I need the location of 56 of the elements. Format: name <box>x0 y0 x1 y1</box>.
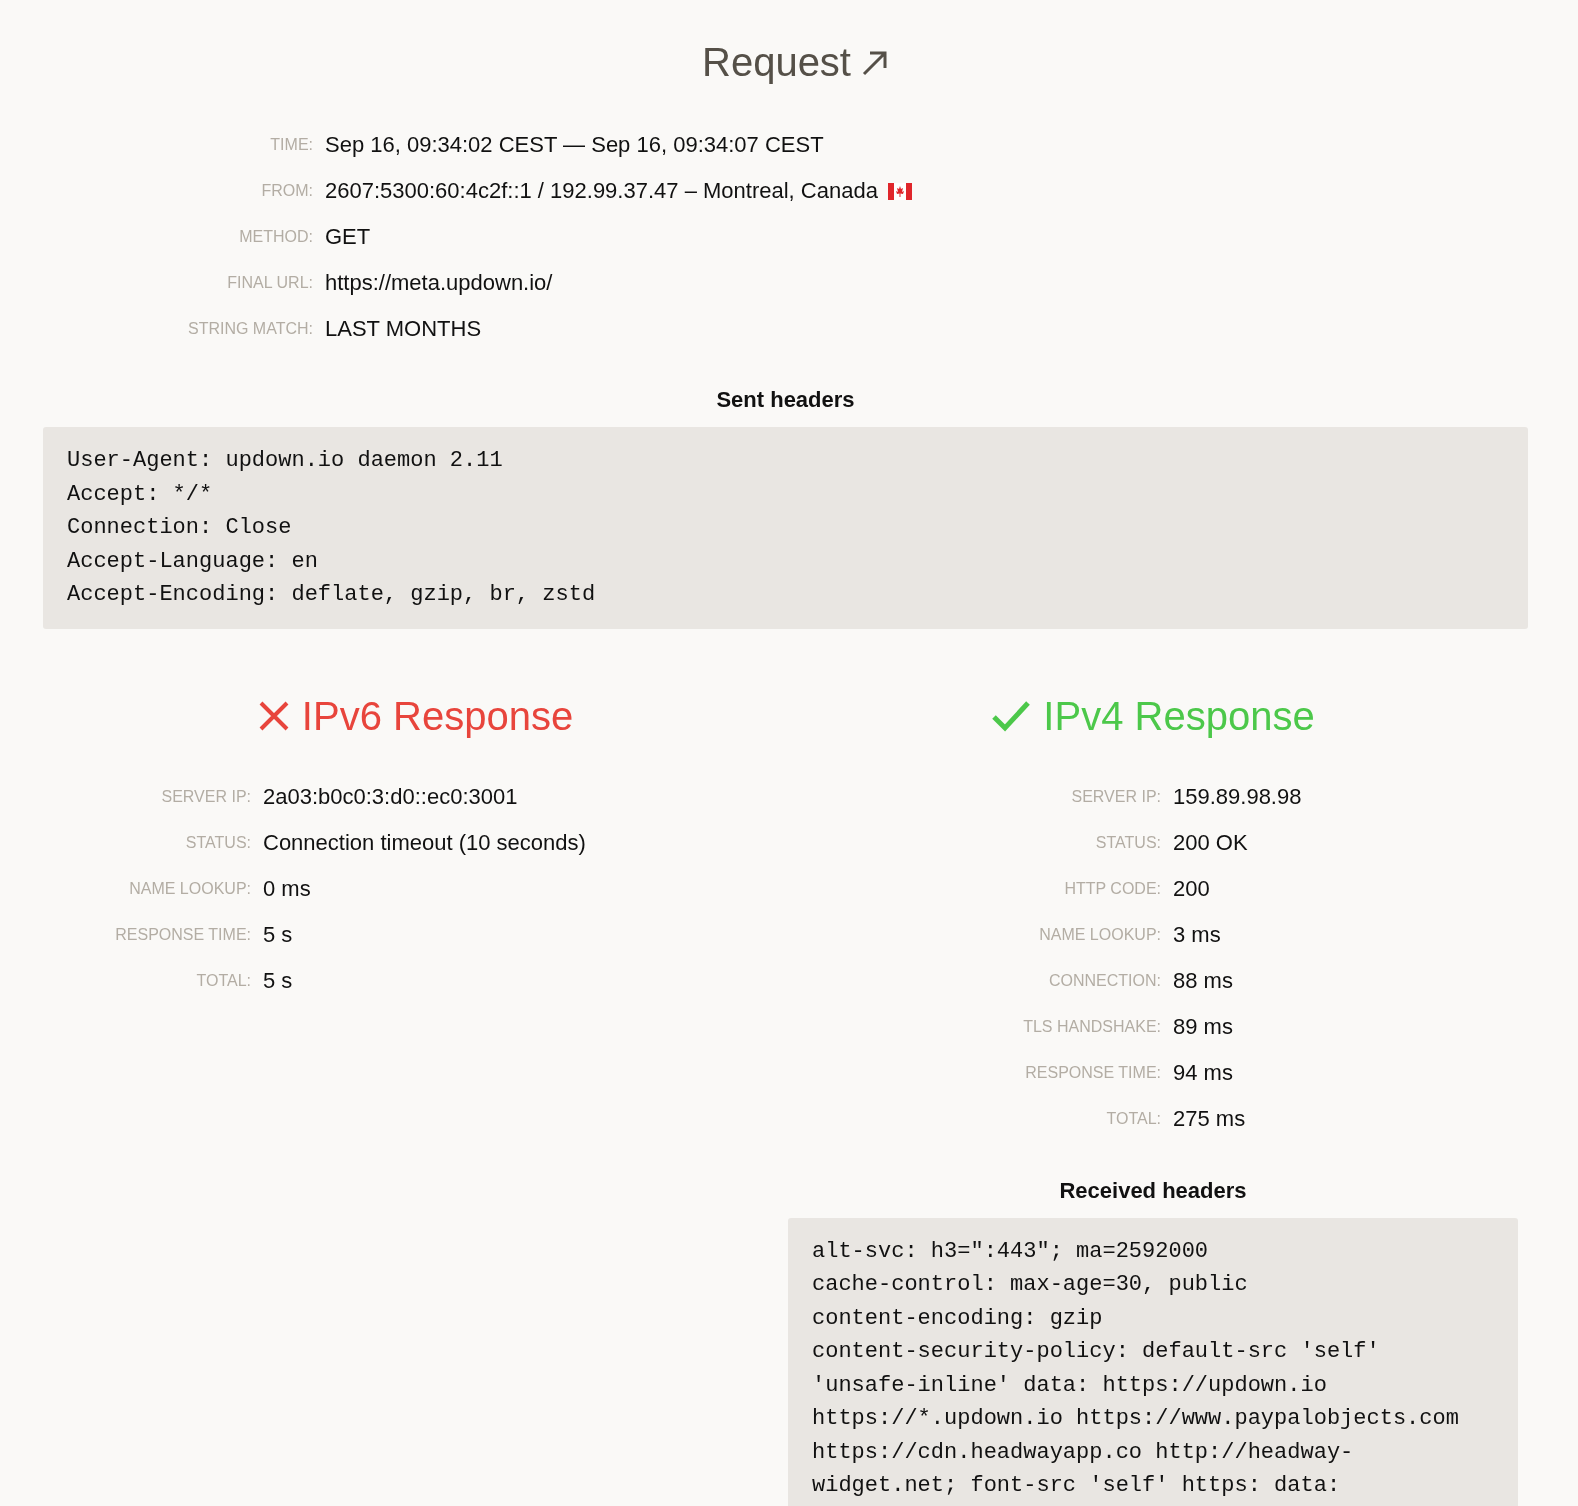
field-value: 0 ms <box>263 874 311 903</box>
field-label: TOTAL: <box>1106 1108 1161 1129</box>
field-label: METHOD: <box>239 227 313 247</box>
field-label: FINAL URL: <box>227 273 313 293</box>
response-title: IPv4 Response <box>1043 693 1315 739</box>
header-line: widget.net; font-src 'self' https: data: <box>812 1472 1342 1500</box>
field-label: CONNECTION: <box>1049 970 1161 991</box>
section-heading: Sent headers <box>716 387 855 413</box>
field-value: Connection timeout (10 seconds) <box>263 828 586 857</box>
header-line: alt-svc: h3=":443"; ma=2592000 <box>812 1237 1210 1266</box>
field-label: SERVER IP: <box>161 786 251 807</box>
header-line: https://cdn.headwayapp.co http://headway- <box>812 1438 1355 1467</box>
header-line: Connection: Close <box>67 514 293 542</box>
field-value: https://meta.updown.io/ <box>325 269 553 297</box>
cross-icon <box>257 700 290 732</box>
field-value: GET <box>325 223 371 251</box>
field-value: LAST MONTHS <box>325 315 482 343</box>
field-value: 200 OK <box>1173 828 1248 857</box>
field-value: 5 s <box>263 966 293 995</box>
page-title: Request <box>702 40 851 85</box>
field-value: 200 <box>1173 874 1210 903</box>
field-label: HTTP CODE: <box>1064 878 1161 899</box>
header-line: User-Agent: updown.io daemon 2.11 <box>67 447 504 475</box>
header-line: Accept: */* <box>67 480 214 509</box>
section-heading: Received headers <box>1059 1177 1247 1204</box>
field-label: STATUS: <box>185 832 251 853</box>
header-line: https://*.updown.io https://www.paypalobjects.com <box>812 1405 1460 1433</box>
field-label: STATUS: <box>1095 832 1161 853</box>
field-value: 2607:5300:60:4c2f::1 / 192.99.37.47 – Montreal, Canada <box>325 177 878 205</box>
field-value: 3 ms <box>1173 920 1221 949</box>
field-value: 2a03:b0c0:3:d0::ec0:3001 <box>263 782 518 811</box>
field-label: RESPONSE TIME: <box>115 924 251 945</box>
field-label: SERVER IP: <box>1071 786 1161 807</box>
field-value: 89 ms <box>1173 1012 1233 1041</box>
header-line: cache-control: max-age=30, public <box>812 1271 1249 1299</box>
field-value: 88 ms <box>1173 966 1233 995</box>
field-value: 275 ms <box>1173 1104 1246 1133</box>
field-label: TIME: <box>270 135 313 155</box>
field-value: 94 ms <box>1173 1058 1233 1087</box>
field-label: TOTAL: <box>196 970 251 991</box>
header-line: Accept-Encoding: deflate, gzip, br, zstd <box>67 581 597 609</box>
field-label: STRING MATCH: <box>187 319 313 339</box>
header-line: 'unsafe-inline' data: https://updown.io <box>812 1371 1328 1400</box>
response-title: IPv6 Response <box>301 693 574 739</box>
field-label: NAME LOOKUP: <box>129 878 251 899</box>
field-value: Sep 16, 09:34:02 CEST — Sep 16, 09:34:07 CEST <box>325 131 824 159</box>
field-label: FROM: <box>261 181 313 201</box>
field-label: TLS HANDSHAKE: <box>1023 1016 1161 1037</box>
header-line: content-encoding: gzip <box>812 1304 1104 1333</box>
field-label: NAME LOOKUP: <box>1039 924 1161 945</box>
field-value: 5 s <box>263 920 293 949</box>
checkmark-icon <box>991 700 1032 732</box>
header-line: Accept-Language: en <box>67 547 319 576</box>
field-value: 159.89.98.98 <box>1173 782 1302 811</box>
field-label: RESPONSE TIME: <box>1025 1062 1161 1083</box>
header-line: content-security-policy: default-src 'self' <box>812 1338 1381 1366</box>
